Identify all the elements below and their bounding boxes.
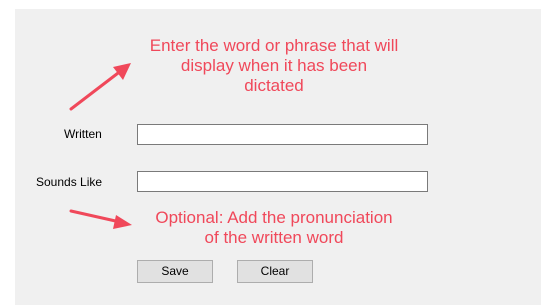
sounds-like-input[interactable] — [137, 171, 428, 192]
annotation-line: Enter the word or phrase that will — [149, 36, 399, 55]
annotation-written-hint: Enter the word or phrase that will displ… — [124, 36, 424, 96]
annotation-line: of the written word — [204, 228, 344, 247]
annotation-line: display when it has been — [180, 56, 368, 75]
written-input[interactable] — [137, 124, 428, 145]
clear-button[interactable]: Clear — [237, 260, 313, 283]
save-button[interactable]: Save — [137, 260, 213, 283]
annotation-line: dictated — [244, 76, 304, 95]
annotation-line: Optional: Add the pronunciation — [155, 208, 393, 227]
written-label: Written — [64, 127, 102, 141]
sounds-like-label: Sounds Like — [36, 175, 103, 189]
annotation-sounds-like-hint: Optional: Add the pronunciation of the w… — [128, 208, 420, 248]
